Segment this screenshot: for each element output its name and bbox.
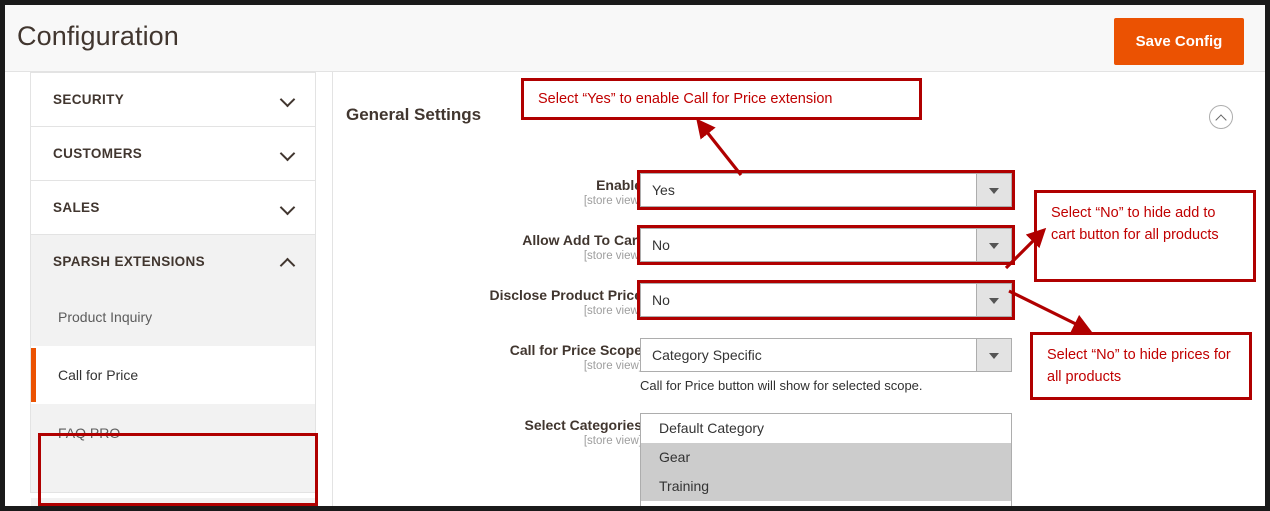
field-label-text: Call for Price Scope [509,342,642,358]
settings-panel: General Settings Enable [store view] Yes… [332,72,1265,508]
field-label: Disclose Product Price [store view] [342,287,642,319]
sidebar-subitem-list: Product Inquiry Call for Price FAQ PRO [30,288,316,493]
annotation-text: Select “No” to hide add to cart button f… [1051,205,1219,243]
sidebar-section-list: SECURITY CUSTOMERS SALES SPARSH EXTENSIO… [30,72,316,493]
field-scope-text: [store view] [583,195,642,207]
annotation-text: Select “No” to hide prices for all produ… [1047,347,1231,385]
chevron-down-icon [976,339,1011,371]
frame-edge-left [0,0,5,511]
sidebar-section-customers[interactable]: CUSTOMERS [30,126,316,180]
config-sidebar: SECURITY CUSTOMERS SALES SPARSH EXTENSIO… [5,72,332,506]
chevron-up-circle-icon [1215,114,1227,126]
sidebar-section-label: SPARSH EXTENSIONS [53,254,205,269]
sidebar-section-label: SECURITY [53,92,125,107]
list-item[interactable]: Training [641,472,1011,501]
disclose-product-price-select-value: No [652,292,670,308]
disclose-product-price-select[interactable]: No [637,280,1015,320]
screenshot-root: Configuration Save Config SECURITY CUSTO… [0,0,1270,511]
chevron-down-icon [279,145,296,161]
annotation-text: Select “Yes” to enable Call for Price ex… [538,91,833,107]
sidebar-item-clipped[interactable] [31,462,315,492]
field-scope-text: [store view] [583,250,642,262]
field-label-text: Enable [596,177,642,193]
chevron-down-icon [976,174,1011,206]
chevron-down-icon [279,91,296,107]
frame-edge-bottom [0,506,1270,511]
page-title: Configuration [17,21,179,51]
page-header: Configuration Save Config [5,5,1265,72]
sidebar-item-product-inquiry[interactable]: Product Inquiry [31,288,315,346]
field-label: Allow Add To Cart [store view] [342,232,642,264]
chevron-down-icon [279,199,296,215]
sidebar-item-faq-pro[interactable]: FAQ PRO [31,404,315,462]
body-area: SECURITY CUSTOMERS SALES SPARSH EXTENSIO… [5,72,1265,508]
field-label-text: Allow Add To Cart [522,232,642,248]
chevron-down-icon [976,229,1011,261]
allow-add-to-cart-select[interactable]: No [637,225,1015,265]
sidebar-section-label: SALES [53,200,100,215]
sidebar-bottom-fade [31,498,316,506]
save-config-button[interactable]: Save Config [1114,18,1244,65]
chevron-up-icon [279,257,296,273]
frame-edge-top [0,0,1270,5]
call-for-price-scope-select[interactable]: Category Specific [640,338,1012,372]
enable-select[interactable]: Yes [637,170,1015,210]
field-label-text: Select Categories [524,417,643,433]
enable-select-value: Yes [652,182,675,198]
annotation-callout-hide-prices: Select “No” to hide prices for all produ… [1030,332,1252,400]
annotation-callout-enable: Select “Yes” to enable Call for Price ex… [521,78,922,120]
field-scope-text: [store view] [583,360,642,372]
list-item[interactable]: Default Category [641,414,1011,443]
allow-add-to-cart-select-value: No [652,237,670,253]
list-item[interactable]: Gear [641,443,1011,472]
field-label: Enable [store view] [342,177,642,209]
call-for-price-scope-select-value: Category Specific [652,347,762,363]
sidebar-item-call-for-price[interactable]: Call for Price [31,346,315,404]
sidebar-section-label: CUSTOMERS [53,146,143,161]
field-scope-text: [store view] [583,435,642,447]
annotation-callout-add-to-cart: Select “No” to hide add to cart button f… [1034,190,1256,282]
chevron-down-icon [976,284,1011,316]
sidebar-section-security[interactable]: SECURITY [30,72,316,126]
sidebar-section-sparsh-extensions[interactable]: SPARSH EXTENSIONS [30,234,316,288]
field-label: Select Categories [store view] [342,417,643,449]
frame-edge-right [1265,0,1270,511]
field-label: Call for Price Scope [store view] [342,342,642,374]
sidebar-section-sales[interactable]: SALES [30,180,316,234]
section-title: General Settings [346,105,482,124]
field-label-text: Disclose Product Price [489,287,642,303]
select-categories-listbox[interactable]: Default Category Gear Training [640,413,1012,508]
collapse-section-toggle[interactable] [1209,105,1233,129]
field-scope-text: [store view] [583,305,642,317]
call-for-price-scope-note: Call for Price button will show for sele… [640,378,923,393]
